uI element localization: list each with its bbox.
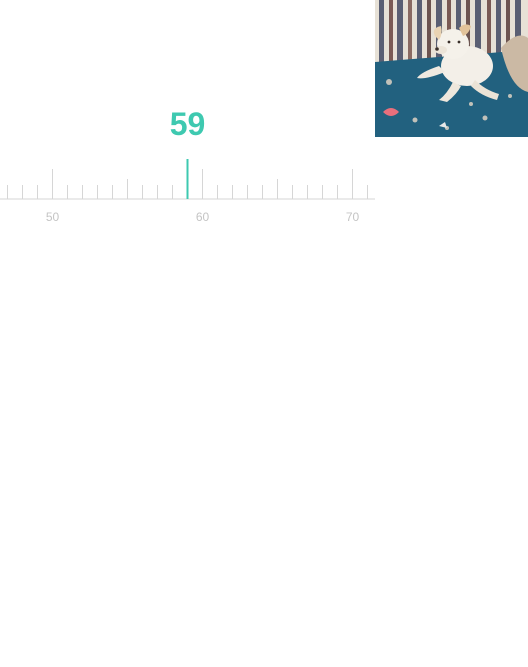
dog-on-sofa-image [375, 0, 528, 137]
ruler-tick-label: 60 [196, 210, 210, 224]
ruler-picker[interactable]: 59 50 60 70 [0, 100, 375, 230]
dog-photo [375, 0, 528, 137]
ruler-scale[interactable]: 50 60 70 [0, 100, 375, 230]
ruler-tick-label: 70 [346, 210, 360, 224]
ruler-tick-label: 50 [46, 210, 60, 224]
